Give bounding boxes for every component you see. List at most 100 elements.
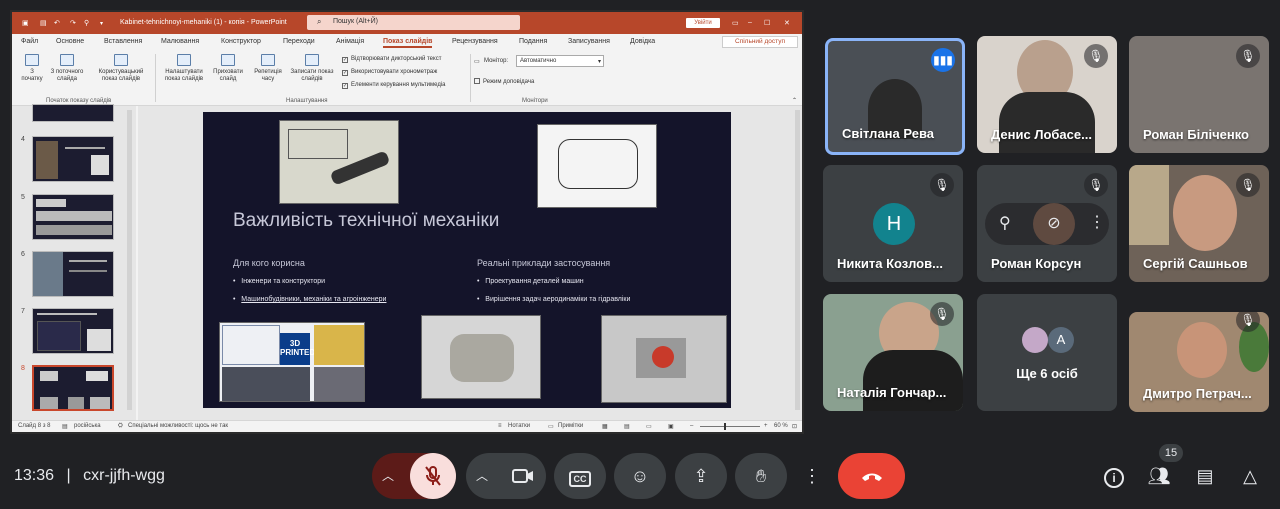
slide-thumbnail-5[interactable]: [32, 194, 114, 240]
tab-help[interactable]: Довідка: [630, 38, 655, 45]
hide-slide-label: Приховати слайд: [213, 69, 243, 82]
pin-icon[interactable]: ⚲: [999, 213, 1011, 233]
ribbon-display-icon[interactable]: ▭: [732, 19, 739, 27]
leave-call-button[interactable]: [838, 453, 905, 499]
zoom-slider[interactable]: [700, 423, 760, 430]
chat-button[interactable]: ▤: [1187, 460, 1223, 492]
info-icon: i: [1104, 468, 1124, 488]
tab-transitions[interactable]: Переходи: [283, 38, 315, 45]
presenter-view-checkbox[interactable]: Режим доповідача: [474, 78, 534, 85]
collapse-ribbon-icon[interactable]: ⌃: [792, 97, 797, 104]
fit-slide-icon[interactable]: ⊡: [792, 423, 797, 430]
thumbnail-scrollbar[interactable]: [127, 110, 132, 410]
video-options-chevron-icon[interactable]: ︿: [476, 453, 488, 499]
slide-thumbnail-6[interactable]: [32, 251, 114, 297]
participant-tile[interactable]: 🎙︎ Роман Біліченко: [1129, 36, 1269, 153]
redo-icon[interactable]: ↷: [70, 19, 76, 27]
slide-thumbnail-3[interactable]: [32, 104, 114, 122]
participant-tile[interactable]: 🎙︎ Сергій Сашньов: [1129, 165, 1269, 282]
search-input[interactable]: ⌕ Пошук (Alt+Й): [307, 15, 520, 30]
participant-tile-speaking[interactable]: ▮▮▮ Світлана Рева: [825, 38, 965, 155]
tab-view[interactable]: Подання: [519, 38, 547, 45]
ribbon: З початку З поточного слайда Користуваць…: [12, 50, 802, 106]
bullet-item: • Інженери та конструктори: [233, 278, 326, 285]
tab-insert[interactable]: Вставлення: [104, 38, 142, 45]
tab-draw[interactable]: Малювання: [161, 38, 199, 45]
tab-record[interactable]: Записування: [568, 38, 610, 45]
custom-show-button[interactable]: Користувацький показ слайдів: [92, 54, 150, 83]
slide-thumbnail-8-selected[interactable]: [32, 365, 114, 411]
from-beginning-button[interactable]: З початку: [18, 54, 46, 83]
tab-slideshow[interactable]: Показ слайдів: [383, 38, 433, 48]
slideshow-view-icon[interactable]: ▣: [668, 423, 674, 430]
minimize-icon[interactable]: –: [748, 19, 752, 26]
pin-icon[interactable]: ⚲: [84, 19, 89, 27]
slide-scrollbar[interactable]: [795, 110, 800, 410]
accessibility-label[interactable]: Спеціальні можливості: щось не так: [128, 423, 228, 429]
share-button[interactable]: Спільний доступ: [722, 36, 798, 48]
customize-qat-icon[interactable]: ▾: [100, 20, 103, 27]
zoom-in-icon[interactable]: +: [764, 423, 768, 429]
language-label[interactable]: російська: [74, 423, 101, 429]
activities-button[interactable]: △: [1232, 460, 1268, 492]
tab-home[interactable]: Основне: [56, 38, 84, 45]
undo-icon[interactable]: ↶: [54, 19, 60, 27]
record-show-button[interactable]: Записати показ слайдів: [285, 54, 339, 83]
maximize-icon[interactable]: ☐: [764, 19, 770, 27]
participant-tile[interactable]: 🎙︎ Дмитро Петрач...: [1129, 312, 1269, 412]
comments-button[interactable]: Примітки: [558, 423, 583, 429]
mic-off-icon: 🎙︎: [1236, 44, 1260, 68]
more-options-button[interactable]: ⋮: [796, 453, 828, 499]
thumbnail-image: [40, 371, 58, 381]
more-participants-tile[interactable]: А Ще 6 осіб: [977, 294, 1117, 411]
timings-checkbox[interactable]: ✓ Використовувати хронометраж: [342, 69, 437, 76]
normal-view-icon[interactable]: ▦: [602, 423, 608, 430]
monitor-select[interactable]: Автоматично ▾: [516, 55, 604, 67]
zoom-level[interactable]: 60 %: [774, 423, 788, 429]
notes-button[interactable]: Нотатки: [508, 423, 530, 429]
setup-show-button[interactable]: Налаштувати показ слайдів: [158, 54, 210, 83]
spellcheck-icon[interactable]: ▤: [62, 423, 68, 430]
close-icon[interactable]: ✕: [784, 19, 790, 27]
hide-slide-button[interactable]: Приховати слайд: [210, 54, 246, 83]
audio-options-chevron-icon[interactable]: ︿: [382, 453, 394, 499]
from-current-button[interactable]: З поточного слайда: [46, 54, 88, 83]
raise-hand-button[interactable]: ✋︎: [735, 453, 787, 499]
accessibility-icon[interactable]: ⛭: [118, 423, 123, 430]
comments-icon[interactable]: ▭: [548, 423, 554, 430]
present-button[interactable]: ⇪: [675, 453, 727, 499]
mic-off-button[interactable]: [410, 453, 456, 499]
tab-animations[interactable]: Анімація: [336, 38, 364, 45]
autosave-icon[interactable]: ▣: [22, 19, 29, 27]
save-icon[interactable]: ▤: [40, 19, 47, 27]
camera-button[interactable]: [500, 453, 546, 499]
zoom-out-icon[interactable]: –: [690, 423, 693, 429]
people-button[interactable]: 👥︎ 15: [1141, 444, 1183, 492]
tab-file[interactable]: Файл: [21, 38, 38, 45]
slide-thumbnail-4[interactable]: [32, 136, 114, 182]
more-options-icon[interactable]: ⋮: [1089, 212, 1105, 232]
notes-icon[interactable]: ≡: [498, 423, 502, 429]
sorter-view-icon[interactable]: ▤: [624, 423, 630, 430]
slide-thumbnail-7[interactable]: [32, 308, 114, 354]
participant-tile[interactable]: Н 🎙︎ Никита Козлов...: [823, 165, 963, 282]
remove-icon[interactable]: ⊘: [1033, 203, 1075, 245]
meeting-code[interactable]: cxr-jjfh-wgg: [83, 467, 165, 484]
participant-tile[interactable]: 🎙︎ Денис Лобасе...: [977, 36, 1117, 153]
meeting-details-button[interactable]: i: [1096, 460, 1132, 492]
media-controls-checkbox[interactable]: ✓ Елементи керування мультимедіа: [342, 82, 446, 89]
participant-tile[interactable]: 🎙︎ ⚲ ⊘ ⋮ Роман Корсун: [977, 165, 1117, 282]
bullet-text: Вирішення задач аеродинаміки та гідравлі…: [485, 296, 631, 303]
thumbnail-image: [68, 397, 84, 409]
reading-view-icon[interactable]: ▭: [646, 423, 652, 430]
tab-review[interactable]: Рецензування: [452, 38, 498, 45]
reactions-button[interactable]: ☺: [614, 453, 666, 499]
participant-tile[interactable]: 🎙︎ Наталія Гончар...: [823, 294, 963, 411]
narration-checkbox[interactable]: ✓ Відтворювати дикторський текст: [342, 56, 441, 63]
signin-button[interactable]: Увійти: [686, 18, 720, 28]
rehearse-button[interactable]: Репетиція часу: [250, 54, 286, 83]
tab-design[interactable]: Конструктор: [221, 38, 261, 45]
captions-button[interactable]: CC: [554, 453, 606, 499]
thumbnail-table: [37, 321, 81, 351]
zoom-slider-thumb[interactable]: [724, 423, 726, 430]
